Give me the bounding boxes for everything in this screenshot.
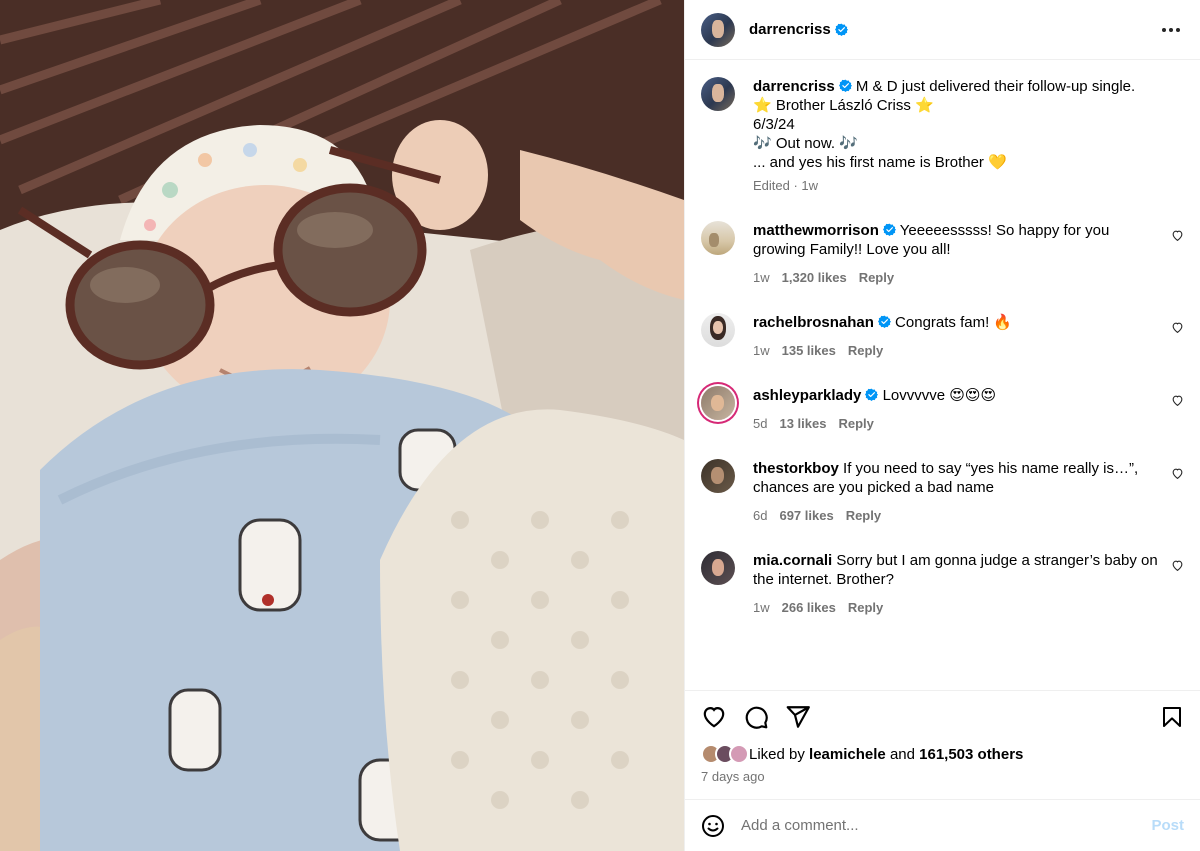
caption-body: darrencriss M & D just delivered their f… xyxy=(753,77,1184,195)
comment-row: ashleyparklady Lovvvvve 😍😍😍 5d 13 likes Re… xyxy=(701,386,1184,433)
comment-meta: 1w 266 likes Reply xyxy=(753,598,1158,617)
commenter-avatar[interactable] xyxy=(701,221,735,255)
verified-badge-icon xyxy=(838,79,852,92)
comment-body: thestorkboy If you need to say “yes his … xyxy=(753,459,1184,525)
liker-avatars[interactable] xyxy=(701,744,749,764)
author-avatar[interactable] xyxy=(701,12,735,47)
verified-badge-icon xyxy=(877,315,891,328)
post-date[interactable]: 7 days ago xyxy=(701,769,1184,784)
post-caption: darrencriss M & D just delivered their f… xyxy=(701,77,1184,195)
caption-meta: Edited · 1w xyxy=(753,178,819,193)
caption-line: ⭐️ Brother László Criss ⭐️ xyxy=(753,97,934,114)
bookmark-icon[interactable] xyxy=(1160,704,1184,730)
comment-row: thestorkboy If you need to say “yes his … xyxy=(701,459,1184,525)
commenter-username[interactable]: ashleyparklady xyxy=(753,387,861,404)
post-comment-button[interactable]: Post xyxy=(1151,817,1184,834)
comment-meta: 1w 1,320 likes Reply xyxy=(753,268,1158,287)
comment-body: rachelbrosnahan Congrats fam! 🔥 1w 135 li… xyxy=(753,313,1184,360)
more-options-icon[interactable] xyxy=(1158,24,1184,36)
reply-button[interactable]: Reply xyxy=(859,270,894,285)
baby-photo-illustration xyxy=(0,0,684,851)
comment-likes[interactable]: 697 likes xyxy=(779,508,833,523)
post-header: darrencriss xyxy=(685,0,1200,60)
comment-text: Lovvvvve 😍😍😍 xyxy=(882,387,997,404)
share-icon[interactable] xyxy=(785,704,811,730)
emoji-icon[interactable] xyxy=(701,814,725,838)
comment-time: 6d xyxy=(753,508,768,523)
author-username[interactable]: darrencriss xyxy=(749,21,831,38)
reply-button[interactable]: Reply xyxy=(846,508,881,523)
commenter-avatar[interactable] xyxy=(701,386,735,420)
comment-heart-icon[interactable] xyxy=(1171,394,1184,407)
comments-list[interactable]: darrencriss M & D just delivered their f… xyxy=(685,61,1200,690)
comment-body: matthewmorrison Yeeeeesssss! So happy fo… xyxy=(753,221,1184,287)
commenter-avatar[interactable] xyxy=(701,459,735,493)
comment-likes[interactable]: 135 likes xyxy=(782,343,836,358)
caption-line: ... and yes his first name is Brother 💛 xyxy=(753,154,1007,171)
commenter-avatar[interactable] xyxy=(701,313,735,347)
commenter-username[interactable]: matthewmorrison xyxy=(753,222,879,239)
comment-row: mia.cornali Sorry but I am gonna judge a… xyxy=(701,551,1184,617)
verified-badge-icon xyxy=(882,223,896,236)
comment-input[interactable] xyxy=(741,817,1152,834)
caption-avatar[interactable] xyxy=(701,77,735,111)
comment-body: ashleyparklady Lovvvvve 😍😍😍 5d 13 likes Re… xyxy=(753,386,1184,433)
liked-by-others[interactable]: 161,503 others xyxy=(919,746,1023,763)
comment-heart-icon[interactable] xyxy=(1171,467,1184,480)
liked-by-prefix: Liked by xyxy=(749,745,805,763)
action-icons xyxy=(701,691,1184,743)
comment-likes[interactable]: 13 likes xyxy=(779,416,826,431)
comment-heart-icon[interactable] xyxy=(1171,229,1184,242)
comment-meta: 6d 697 likes Reply xyxy=(753,506,1158,525)
add-comment-bar: Post xyxy=(685,799,1200,851)
liked-by-line: Liked by leamichele and 161,503 others xyxy=(701,743,1184,765)
comment-time: 1w xyxy=(753,343,770,358)
reply-button[interactable]: Reply xyxy=(848,600,883,615)
instagram-post-view: darrencriss darrencriss M & D just deliv… xyxy=(0,0,1200,851)
comment-icon[interactable] xyxy=(743,704,769,730)
caption-line: 🎶 Out now. 🎶 xyxy=(753,135,858,152)
comment-likes[interactable]: 266 likes xyxy=(782,600,836,615)
liked-by-and: and xyxy=(889,745,915,763)
comment-text: Congrats fam! 🔥 xyxy=(895,314,1013,331)
caption-line: 6/3/24 xyxy=(753,116,795,133)
post-side-panel: darrencriss darrencriss M & D just deliv… xyxy=(684,0,1200,851)
comment-heart-icon[interactable] xyxy=(1171,559,1184,572)
heart-icon[interactable] xyxy=(701,704,727,730)
comment-body: mia.cornali Sorry but I am gonna judge a… xyxy=(753,551,1184,617)
caption-text: M & D just delivered their follow-up sin… xyxy=(855,78,1136,95)
caption-username[interactable]: darrencriss xyxy=(753,78,835,95)
post-photo[interactable] xyxy=(0,0,684,851)
commenter-avatar[interactable] xyxy=(701,551,735,585)
reply-button[interactable]: Reply xyxy=(848,343,883,358)
comment-meta: 1w 135 likes Reply xyxy=(753,341,1158,360)
verified-badge-icon xyxy=(834,23,848,36)
comment-time: 1w xyxy=(753,270,770,285)
commenter-username[interactable]: mia.cornali xyxy=(753,552,832,569)
caption-first-line: darrencriss M & D just delivered their f… xyxy=(753,77,1158,96)
comment-heart-icon[interactable] xyxy=(1171,321,1184,334)
comment-time: 1w xyxy=(753,600,770,615)
comment-time: 5d xyxy=(753,416,768,431)
commenter-username[interactable]: rachelbrosnahan xyxy=(753,314,874,331)
comment-likes[interactable]: 1,320 likes xyxy=(782,270,847,285)
verified-badge-icon xyxy=(865,388,879,401)
reply-button[interactable]: Reply xyxy=(838,416,873,431)
comment-meta: 5d 13 likes Reply xyxy=(753,414,1158,433)
comment-row: rachelbrosnahan Congrats fam! 🔥 1w 135 li… xyxy=(701,313,1184,360)
commenter-username[interactable]: thestorkboy xyxy=(753,460,839,477)
liked-by-user[interactable]: leamichele xyxy=(809,746,886,763)
post-actions: Liked by leamichele and 161,503 others 7… xyxy=(685,690,1200,784)
comment-row: matthewmorrison Yeeeeesssss! So happy fo… xyxy=(701,221,1184,287)
